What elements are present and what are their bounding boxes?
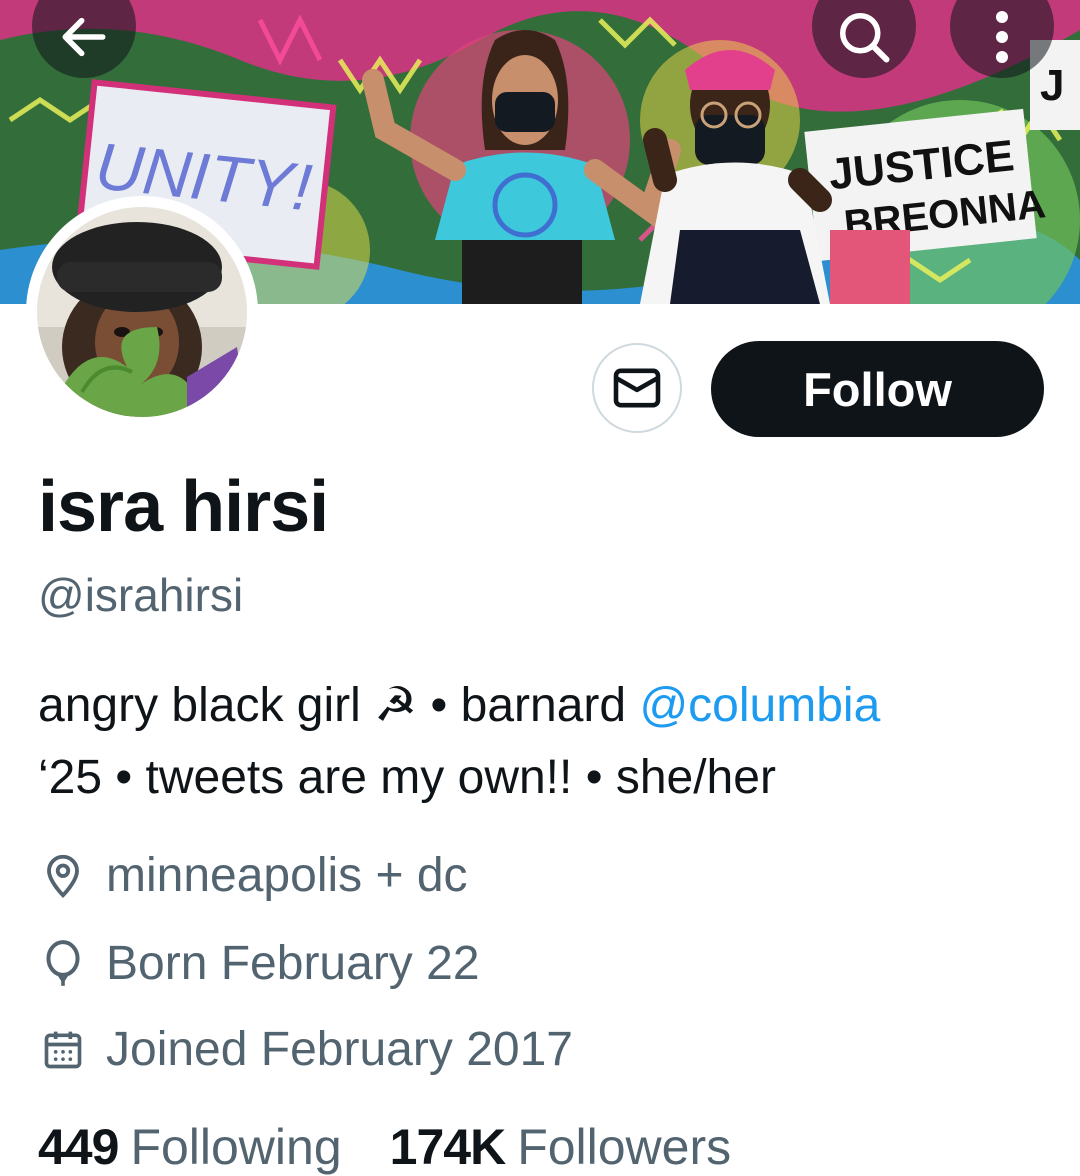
followers-label: Followers [517, 1119, 732, 1175]
birthday-text: Born February 22 [106, 937, 480, 990]
follow-button[interactable]: Follow [711, 341, 1044, 437]
avatar-image [37, 207, 247, 417]
following-label: Following [130, 1119, 342, 1175]
user-handle: @israhirsi [38, 569, 244, 621]
bio-text-2: ‘25 • tweets are my own!! • she/her [38, 751, 776, 804]
profile-location: minneapolis + dc [38, 848, 468, 903]
following-count: 449 [38, 1119, 119, 1175]
envelope-icon [613, 368, 661, 408]
location-pin-icon [38, 851, 88, 901]
message-button[interactable] [592, 343, 682, 433]
location-text: minneapolis + dc [106, 849, 468, 902]
followers-count: 174K [389, 1119, 507, 1175]
balloon-icon [38, 939, 88, 989]
svg-text:J: J [1040, 61, 1064, 110]
profile-birthday: Born February 22 [38, 936, 480, 991]
bio-text-1: angry black girl ☭ • barnard [38, 679, 640, 732]
profile-avatar[interactable] [26, 196, 258, 428]
profile-bio: angry black girl ☭ • barnard @columbia ‘… [38, 670, 1038, 814]
arrow-left-icon [62, 17, 106, 57]
calendar-icon [38, 1025, 88, 1075]
joined-text: Joined February 2017 [106, 1023, 573, 1076]
profile-stats: 449 Following 174K Followers [38, 1118, 731, 1176]
search-icon [840, 13, 890, 63]
profile-joined: Joined February 2017 [38, 1022, 573, 1077]
display-name: isra hirsi [38, 467, 329, 547]
more-vertical-icon [996, 11, 1008, 63]
bio-mention-link[interactable]: @columbia [639, 679, 880, 732]
followers-link[interactable]: 174K Followers [390, 1118, 731, 1176]
following-link[interactable]: 449 Following [38, 1118, 342, 1176]
